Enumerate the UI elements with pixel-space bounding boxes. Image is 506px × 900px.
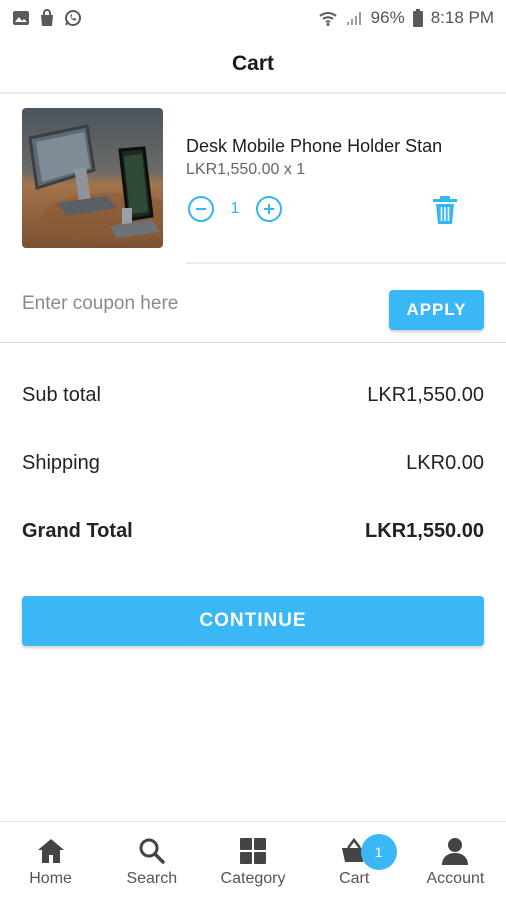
quantity-stepper: 1 [188, 196, 282, 222]
whatsapp-notification-icon [65, 10, 81, 26]
grid-icon [240, 838, 266, 864]
shipping-value: LKR0.00 [406, 451, 484, 474]
bottom-nav: Home Search Category Cart 1 Account [0, 821, 506, 900]
home-icon [37, 839, 64, 863]
nav-cart-label: Cart [339, 870, 370, 887]
nav-account[interactable]: Account [405, 822, 506, 900]
app-bar: Cart [0, 36, 506, 94]
nav-home-label: Home [29, 870, 72, 887]
shipping-label: Shipping [22, 451, 100, 474]
status-left [12, 9, 82, 27]
status-bar: 96% 8:18 PM [0, 0, 506, 36]
quantity-value: 1 [230, 200, 240, 217]
increase-quantity-button[interactable] [256, 196, 282, 222]
grand-total-value: LKR1,550.00 [365, 519, 484, 542]
shopping-bag-notification-icon [41, 9, 53, 26]
nav-category-label: Category [220, 870, 286, 887]
minus-icon [196, 208, 206, 210]
item-divider [186, 262, 506, 264]
shipping-row: Shipping LKR0.00 [22, 446, 484, 480]
wifi-icon [318, 12, 337, 26]
nav-search-label: Search [126, 870, 178, 887]
product-name[interactable]: Desk Mobile Phone Holder Stan [186, 136, 486, 157]
coupon-input[interactable] [22, 288, 362, 320]
decrease-quantity-button[interactable] [188, 196, 214, 222]
trash-icon [433, 196, 457, 224]
order-totals: Sub total LKR1,550.00 Shipping LKR0.00 G… [22, 378, 484, 582]
status-right: 96% 8:18 PM [318, 8, 494, 28]
nav-search[interactable]: Search [101, 822, 202, 900]
grand-total-label: Grand Total [22, 519, 133, 542]
product-image[interactable] [22, 108, 163, 248]
nav-category[interactable]: Category [202, 822, 303, 900]
nav-cart[interactable]: Cart 1 [304, 822, 405, 900]
clock: 8:18 PM [430, 8, 494, 27]
section-divider [0, 342, 506, 343]
plus-icon [264, 204, 274, 214]
subtotal-value: LKR1,550.00 [367, 383, 484, 406]
signal-icon [346, 12, 361, 25]
continue-button[interactable]: CONTINUE [22, 596, 484, 646]
coupon-row: APPLY [22, 284, 484, 332]
page-title: Cart [231, 52, 274, 75]
battery-icon [412, 9, 423, 27]
gallery-notification-icon [13, 11, 29, 25]
delete-item-button[interactable] [431, 195, 459, 225]
subtotal-label: Sub total [22, 383, 101, 406]
apply-coupon-button[interactable]: APPLY [389, 290, 484, 330]
nav-account-label: Account [426, 870, 485, 887]
nav-home[interactable]: Home [0, 822, 101, 900]
cart-item: Desk Mobile Phone Holder Stan LKR1,550.0… [22, 104, 484, 254]
grand-total-row: Grand Total LKR1,550.00 [22, 514, 484, 548]
product-price: LKR1,550.00 x 1 [186, 161, 306, 178]
cart-count-badge: 1 [360, 834, 397, 870]
subtotal-row: Sub total LKR1,550.00 [22, 378, 484, 412]
person-icon [442, 838, 469, 865]
search-icon [139, 838, 165, 864]
battery-percent: 96% [370, 8, 405, 27]
